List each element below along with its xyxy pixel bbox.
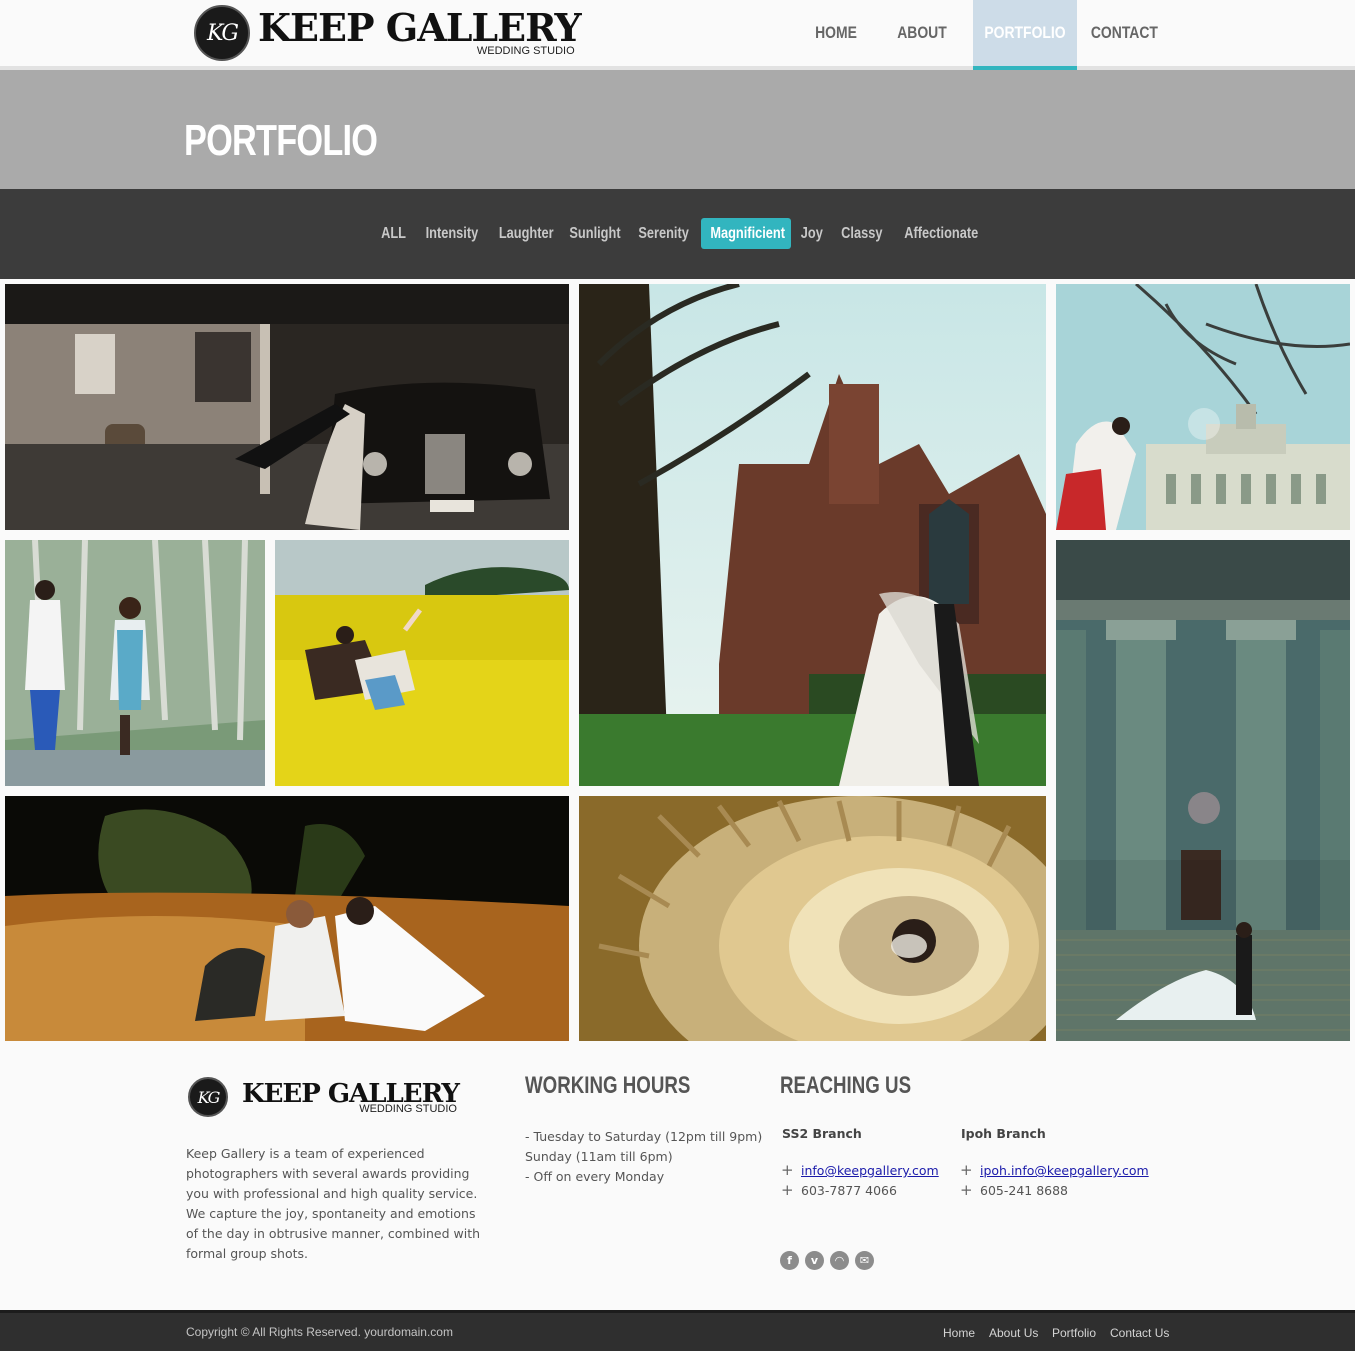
photo-bride-groom-cathedral[interactable] bbox=[579, 284, 1046, 786]
facebook-icon[interactable]: f bbox=[780, 1251, 799, 1270]
hours-line: Sunday (11am till 6pm) bbox=[525, 1149, 673, 1164]
vimeo-icon[interactable]: v bbox=[805, 1251, 824, 1270]
filter-label: Intensity bbox=[425, 225, 479, 242]
page-title: PORTFOLIO bbox=[184, 116, 378, 165]
hours-line: - Tuesday to Saturday (12pm till 9pm) bbox=[525, 1129, 763, 1144]
working-hours-heading: WORKING HOURS bbox=[525, 1072, 691, 1099]
footer-logo-badge-icon: KG bbox=[188, 1077, 228, 1117]
photo-couple-grass-field[interactable] bbox=[5, 796, 569, 1041]
filter-joy[interactable]: Joy bbox=[797, 218, 827, 249]
plus-icon: + bbox=[781, 1161, 794, 1179]
rss-icon[interactable]: ◠ bbox=[830, 1251, 849, 1270]
filter-affectionate[interactable]: Affectionate bbox=[895, 218, 979, 249]
filter-label: Magnificient bbox=[710, 225, 786, 242]
filter-classy[interactable]: Classy bbox=[835, 218, 889, 249]
footer-link-about-us[interactable]: About Us bbox=[989, 1326, 1038, 1340]
filter-laughter[interactable]: Laughter bbox=[492, 218, 556, 249]
photo-couple-hug-building[interactable] bbox=[1056, 284, 1350, 530]
footer-logo-tagline: WEDDING STUDIO bbox=[359, 1103, 457, 1115]
email-link-ss2[interactable]: info@keepgallery.com bbox=[801, 1163, 939, 1178]
about-description: Keep Gallery is a team of experienced ph… bbox=[186, 1146, 481, 1261]
contact-email-ss2: + info@keepgallery.com bbox=[781, 1161, 939, 1179]
filter-label: Serenity bbox=[638, 225, 690, 242]
filter-label: Sunlight bbox=[569, 225, 621, 242]
plus-icon: + bbox=[960, 1161, 973, 1179]
footer-link-portfolio[interactable]: Portfolio bbox=[1052, 1326, 1096, 1340]
nav-item-contact[interactable]: CONTACT bbox=[1091, 0, 1158, 66]
working-hours-list: - Tuesday to Saturday (12pm till 9pm) Su… bbox=[525, 1127, 762, 1187]
plus-icon: + bbox=[781, 1181, 794, 1199]
filter-label: Affectionate bbox=[904, 225, 979, 242]
plus-icon: + bbox=[960, 1181, 973, 1199]
photo-couple-running-road[interactable] bbox=[5, 540, 265, 786]
photo-couple-flower-field[interactable] bbox=[275, 540, 569, 786]
main-nav: HOME ABOUT US PORTFOLIO CONTACT bbox=[0, 0, 1355, 108]
photo-couple-vintage-car[interactable] bbox=[5, 284, 569, 530]
magnify-overlay-icon bbox=[1188, 792, 1220, 824]
filter-serenity[interactable]: Serenity bbox=[632, 218, 696, 249]
footer-logo-text: KEEP GALLERY WEDDING STUDIO bbox=[236, 1077, 460, 1115]
filter-sunlight[interactable]: Sunlight bbox=[563, 218, 625, 249]
filter-all[interactable]: ALL bbox=[376, 218, 412, 249]
filter-label: Laughter bbox=[498, 225, 554, 242]
contact-email-ipoh: + ipoh.info@keepgallery.com bbox=[960, 1161, 1149, 1179]
footer-link-contact-us[interactable]: Contact Us bbox=[1110, 1326, 1169, 1340]
nav-item-portfolio[interactable]: PORTFOLIO bbox=[982, 0, 1067, 66]
filter-intensity[interactable]: Intensity bbox=[419, 218, 485, 249]
hours-line: - Off on every Monday bbox=[525, 1169, 665, 1184]
mail-icon[interactable]: ✉ bbox=[855, 1251, 874, 1270]
phone-ipoh: 605-241 8688 bbox=[980, 1183, 1069, 1198]
photo-couple-spiral-staircase[interactable] bbox=[579, 796, 1046, 1041]
filter-magnificient[interactable]: Magnificient bbox=[701, 218, 791, 249]
footer-link-home[interactable]: Home bbox=[943, 1326, 975, 1340]
reaching-us-heading: REACHING US bbox=[780, 1072, 912, 1099]
branch-name-ipoh: Ipoh Branch bbox=[961, 1126, 1046, 1141]
filter-label: ALL bbox=[381, 225, 407, 242]
phone-ss2: 603-7877 4066 bbox=[801, 1183, 897, 1198]
filter-label: Classy bbox=[841, 225, 883, 242]
nav-item-about-us[interactable]: ABOUT US bbox=[888, 0, 957, 108]
nav-item-home[interactable]: HOME bbox=[811, 0, 860, 66]
contact-phone-ipoh: +605-241 8688 bbox=[960, 1181, 1068, 1199]
photo-couple-columns-steps[interactable] bbox=[1056, 540, 1350, 1041]
filter-label: Joy bbox=[800, 225, 824, 242]
copyright-text: Copyright © All Rights Reserved. yourdom… bbox=[186, 1325, 453, 1339]
email-link-ipoh[interactable]: ipoh.info@keepgallery.com bbox=[980, 1163, 1149, 1178]
contact-phone-ss2: +603-7877 4066 bbox=[781, 1181, 897, 1199]
branch-name-ss2: SS2 Branch bbox=[782, 1126, 862, 1141]
magnify-overlay-icon bbox=[1188, 408, 1220, 440]
footer-logo[interactable]: KG KEEP GALLERY WEDDING STUDIO bbox=[188, 1077, 460, 1117]
